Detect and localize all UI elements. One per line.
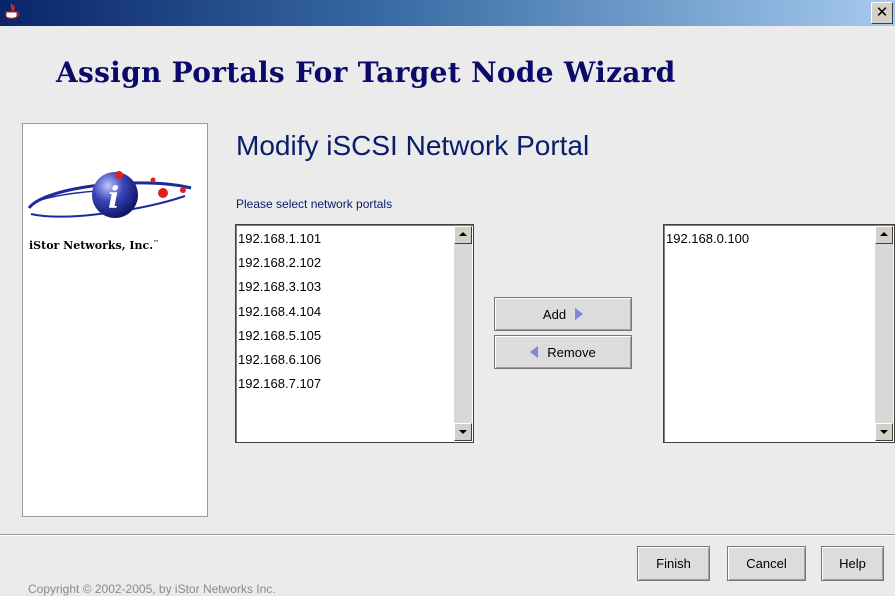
svg-text:i: i [108, 181, 119, 216]
remove-button[interactable]: Remove [494, 335, 632, 369]
step-title: Modify iSCSI Network Portal [236, 130, 590, 161]
close-button[interactable]: ✕ [871, 2, 893, 24]
remove-button-label: Remove [547, 344, 596, 360]
list-item[interactable]: 192.168.1.101 [237, 229, 453, 253]
logo-company-text: iStor Networks, Inc. [29, 239, 154, 252]
list-item[interactable]: 192.168.7.107 [237, 374, 453, 398]
list-item[interactable]: 192.168.3.103 [237, 277, 453, 301]
finish-button[interactable]: Finish [637, 546, 710, 581]
close-icon: ✕ [875, 3, 889, 21]
selected-portals-list[interactable]: 192.168.0.100 [663, 224, 895, 443]
add-button-label: Add [542, 306, 567, 322]
scroll-down-arrow-icon[interactable] [875, 423, 893, 441]
list-item[interactable]: 192.168.6.106 [237, 350, 453, 374]
cancel-button[interactable]: Cancel [727, 546, 806, 581]
list-item[interactable]: 192.168.4.104 [237, 302, 453, 326]
help-button[interactable]: Help [821, 546, 884, 581]
wizard-dialog: Assign Portals For Target Node Wizard i … [0, 26, 895, 596]
add-button[interactable]: Add [494, 297, 632, 331]
istor-logo-icon: i [27, 171, 192, 218]
selected-portals-items: 192.168.0.100 [665, 229, 874, 253]
scroll-down-arrow-icon[interactable] [454, 423, 472, 441]
logo-panel: i iStor Networks, Inc.™ [22, 123, 208, 517]
scroll-up-arrow-icon[interactable] [875, 226, 893, 244]
available-portals-list[interactable]: 192.168.1.101 192.168.2.102 192.168.3.103 1… [235, 224, 474, 443]
scroll-up-arrow-icon[interactable] [454, 226, 472, 244]
trademark-mark: ™ [153, 239, 160, 247]
list-item[interactable]: 192.168.0.100 [665, 229, 874, 253]
logo-company-name: iStor Networks, Inc.™ [29, 239, 159, 252]
wizard-title: Assign Portals For Target Node Wizard [56, 56, 676, 89]
available-portals-items: 192.168.1.101 192.168.2.102 192.168.3.103 1… [237, 229, 453, 398]
list-item[interactable]: 192.168.5.105 [237, 326, 453, 350]
arrow-left-icon [530, 346, 539, 358]
list-item[interactable]: 192.168.2.102 [237, 253, 453, 277]
footer-separator [0, 534, 895, 536]
available-list-scrollbar[interactable] [454, 226, 472, 441]
finish-button-label: Finish [656, 556, 691, 571]
arrow-right-icon [575, 308, 584, 320]
list-caption: Please select network portals [236, 197, 393, 211]
help-button-label: Help [839, 556, 866, 571]
cancel-button-label: Cancel [746, 556, 787, 571]
window-titlebar[interactable]: ✕ [0, 0, 895, 26]
selected-list-scrollbar[interactable] [875, 226, 893, 441]
java-cup-icon [5, 3, 20, 19]
